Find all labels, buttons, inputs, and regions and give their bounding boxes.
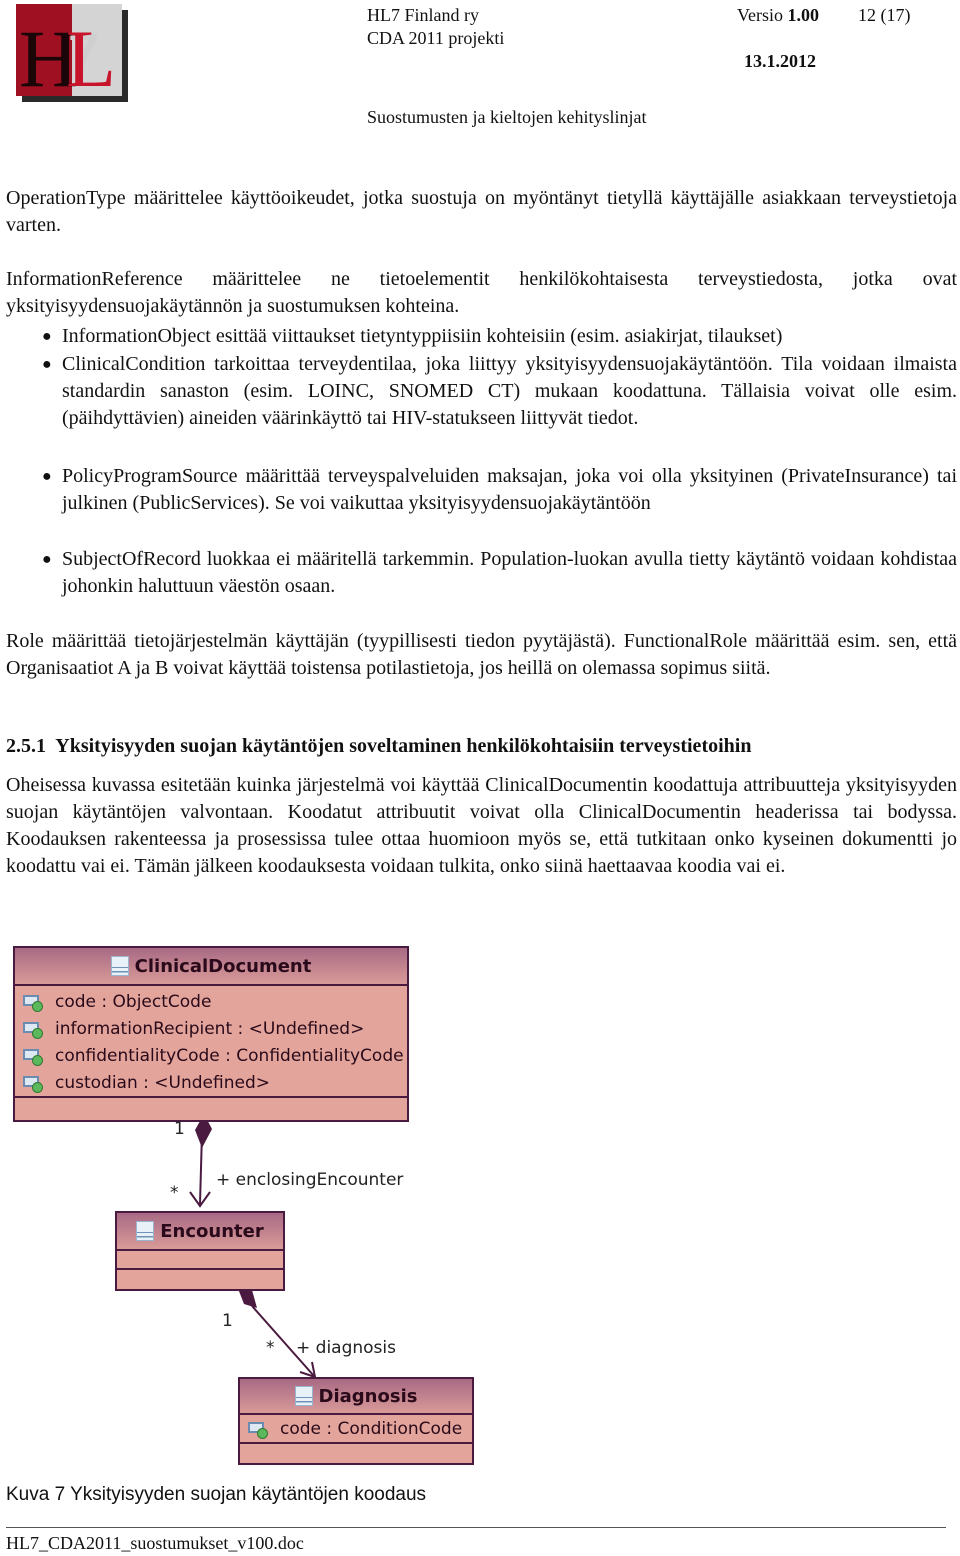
attribute-row: custodian : <Undefined> — [15, 1069, 407, 1096]
attribute-text: custodian : <Undefined> — [55, 1072, 270, 1093]
role-label: + diagnosis — [296, 1338, 396, 1358]
multiplicity-source: 1 — [222, 1311, 233, 1331]
attributes-compartment — [117, 1251, 283, 1268]
section-title: Yksityisyyden suojan käytäntöjen sovelta… — [55, 735, 752, 757]
uml-class-clinical-document[interactable]: ClinicalDocument code : ObjectCode infor… — [13, 946, 409, 1122]
multiplicity-target: * — [266, 1338, 275, 1358]
attributes-compartment: code : ObjectCode informationRecipient :… — [15, 986, 407, 1096]
footer-divider — [6, 1527, 946, 1528]
class-icon — [294, 1386, 313, 1406]
class-icon — [136, 1221, 155, 1241]
attribute-row: informationRecipient : <Undefined> — [15, 1015, 407, 1042]
class-header: Encounter — [117, 1213, 283, 1251]
list-item-text: SubjectOfRecord luokkaa ei määritellä ta… — [62, 548, 957, 597]
paragraph-operation-type: OperationType määrittelee käyttöoikeudet… — [6, 187, 957, 236]
attribute-text: informationRecipient : <Undefined> — [55, 1018, 365, 1039]
attribute-icon — [23, 1021, 43, 1039]
header-version: Versio 1.00 — [737, 4, 819, 26]
bullet-icon: ● — [42, 328, 52, 345]
attribute-text: code : ConditionCode — [280, 1418, 463, 1439]
header-date: 13.1.2012 — [744, 51, 816, 71]
operations-compartment — [240, 1442, 472, 1464]
bullet-icon: ● — [42, 551, 52, 568]
hl7-logo: 7 H L — [16, 4, 128, 104]
attribute-row: confidentialityCode : ConfidentialityCod… — [15, 1042, 407, 1069]
class-name: ClinicalDocument — [134, 955, 312, 977]
list-item: ● ClinicalCondition tarkoittaa terveyden… — [42, 351, 957, 432]
role-label: + enclosingEncounter — [216, 1170, 404, 1190]
list-item: ● InformationObject esittää viittaukset … — [42, 323, 957, 350]
attribute-row: code : ObjectCode — [15, 988, 407, 1015]
list-item: ● SubjectOfRecord luokkaa ei määritellä … — [42, 546, 957, 600]
figure-caption: Kuva 7 Yksityisyyden suojan käytäntöjen … — [6, 1484, 427, 1505]
version-value: 1.00 — [787, 5, 820, 25]
attribute-icon — [23, 1075, 43, 1093]
attributes-compartment: code : ConditionCode — [240, 1415, 472, 1442]
class-header: ClinicalDocument — [15, 948, 407, 986]
bullet-icon: ● — [42, 356, 52, 373]
paragraph-clinical-document: Oheisessa kuvassa esitetään kuinka järje… — [6, 774, 957, 877]
list-item: ● PolicyProgramSource määrittää terveysp… — [42, 463, 957, 517]
header-doc-title: Suostumusten ja kieltojen kehityslinjat — [367, 107, 647, 127]
attribute-text: code : ObjectCode — [55, 991, 212, 1012]
header-page-number: 12 (17) — [858, 5, 911, 25]
multiplicity-source: 1 — [174, 1119, 185, 1139]
attribute-icon — [248, 1421, 268, 1439]
class-header: Diagnosis — [240, 1379, 472, 1415]
class-name: Encounter — [160, 1220, 264, 1242]
list-item-text: ClinicalCondition tarkoittaa terveydenti… — [62, 353, 957, 429]
paragraph-role: Role määrittää tietojärjestelmän käyttäj… — [6, 630, 957, 679]
uml-class-encounter[interactable]: Encounter — [115, 1211, 285, 1291]
operations-compartment — [15, 1096, 407, 1124]
attribute-text: confidentialityCode : ConfidentialityCod… — [55, 1045, 404, 1066]
section-number: 2.5.1 — [6, 735, 46, 757]
multiplicity-target: * — [170, 1183, 179, 1203]
footer-filename: HL7_CDA2011_suostumukset_v100.doc — [6, 1533, 304, 1553]
section-heading: 2.5.1 Yksityisyyden suojan käytäntöjen s… — [6, 733, 751, 760]
list-item-text: PolicyProgramSource määrittää terveyspal… — [62, 465, 957, 514]
bullet-icon: ● — [42, 468, 52, 485]
class-icon — [110, 956, 129, 976]
attribute-row: code : ConditionCode — [240, 1415, 472, 1442]
attribute-icon — [23, 1048, 43, 1066]
list-item-text: InformationObject esittää viittaukset ti… — [62, 325, 783, 347]
header-project: CDA 2011 projekti — [367, 28, 505, 48]
logo-l: L — [66, 13, 116, 102]
attribute-icon — [23, 994, 43, 1012]
class-name: Diagnosis — [318, 1385, 418, 1407]
paragraph-information-reference: InformationReference määrittelee ne tiet… — [6, 268, 957, 317]
uml-class-diagnosis[interactable]: Diagnosis code : ConditionCode — [238, 1377, 474, 1465]
header-org: HL7 Finland ry — [367, 5, 479, 25]
uml-diagram: ClinicalDocument code : ObjectCode infor… — [4, 936, 484, 1468]
version-label: Versio — [737, 5, 783, 25]
operations-compartment — [117, 1268, 283, 1289]
